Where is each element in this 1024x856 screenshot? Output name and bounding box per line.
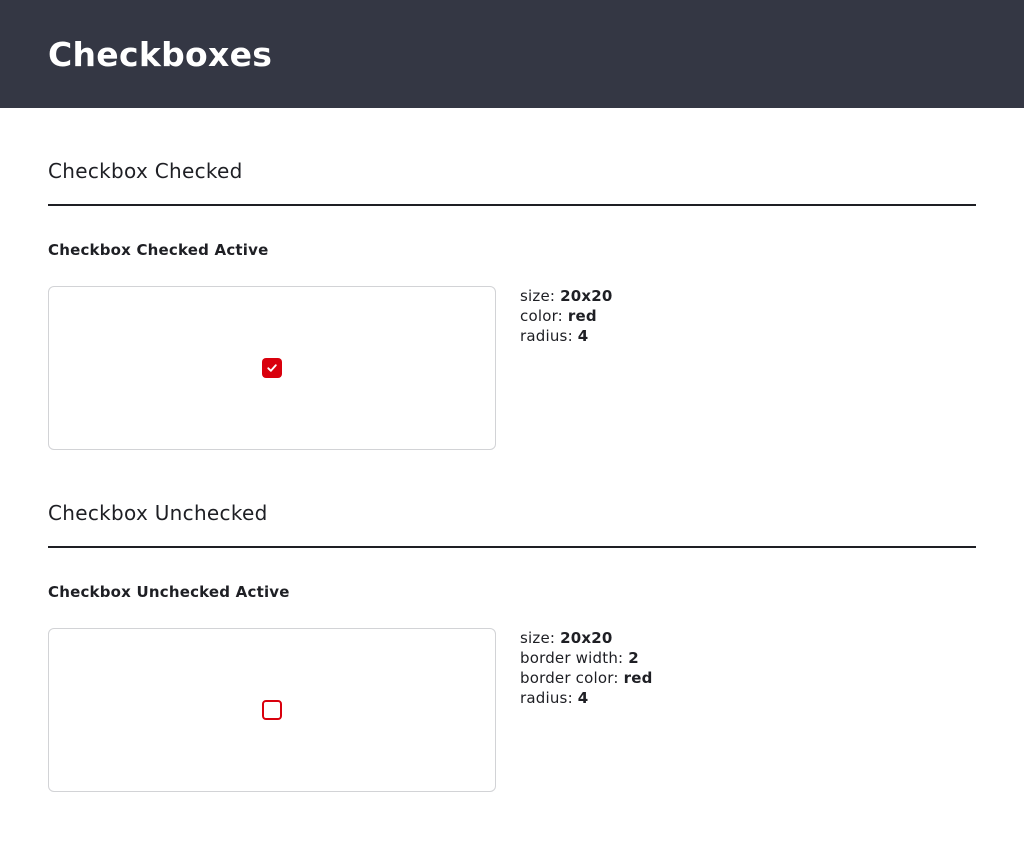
spec-label: border width:	[520, 649, 624, 667]
subsection-title: Checkbox Unchecked Active	[48, 583, 290, 601]
spec-label: border color:	[520, 669, 619, 687]
page-header: Checkboxes	[0, 0, 1024, 108]
section-title: Checkbox Checked	[48, 159, 243, 183]
checkbox-specs: size: 20x20 color: red radius: 4	[520, 286, 613, 346]
main-content: Checkbox Checked Checkbox Checked Active…	[0, 154, 1024, 792]
checkbox-checked[interactable]	[262, 358, 282, 378]
spec-label: color:	[520, 307, 563, 325]
section-checkbox-checked: Checkbox Checked Checkbox Checked Active…	[48, 154, 976, 450]
spec-row: radius: 4	[520, 688, 653, 708]
section-checkbox-unchecked: Checkbox Unchecked Checkbox Unchecked Ac…	[48, 496, 976, 792]
page-title: Checkboxes	[48, 34, 273, 74]
spec-value: 2	[628, 649, 639, 667]
spec-label: radius:	[520, 327, 573, 345]
spec-value: red	[623, 669, 653, 687]
spec-row: size: 20x20	[520, 286, 613, 306]
demo-row: size: 20x20 color: red radius: 4	[48, 286, 976, 450]
spec-value: 20x20	[560, 629, 613, 647]
checkmark-icon	[267, 364, 277, 372]
demo-row: size: 20x20 border width: 2 border color…	[48, 628, 976, 792]
section-divider	[48, 204, 976, 206]
spec-row: color: red	[520, 306, 613, 326]
checkbox-preview-card	[48, 286, 496, 450]
spec-value: 20x20	[560, 287, 613, 305]
checkbox-unchecked[interactable]	[262, 700, 282, 720]
spec-value: 4	[577, 327, 589, 345]
checkbox-specs: size: 20x20 border width: 2 border color…	[520, 628, 653, 708]
spec-label: size:	[520, 287, 556, 305]
subsection-title: Checkbox Checked Active	[48, 241, 269, 259]
spec-row: size: 20x20	[520, 628, 653, 648]
spec-row: border width: 2	[520, 648, 653, 668]
spec-label: radius:	[520, 689, 573, 707]
spec-label: size:	[520, 629, 556, 647]
spec-value: 4	[577, 689, 589, 707]
spec-row: radius: 4	[520, 326, 613, 346]
spec-row: border color: red	[520, 668, 653, 688]
section-title: Checkbox Unchecked	[48, 501, 268, 525]
section-divider	[48, 546, 976, 548]
spec-value: red	[567, 307, 597, 325]
checkbox-preview-card	[48, 628, 496, 792]
